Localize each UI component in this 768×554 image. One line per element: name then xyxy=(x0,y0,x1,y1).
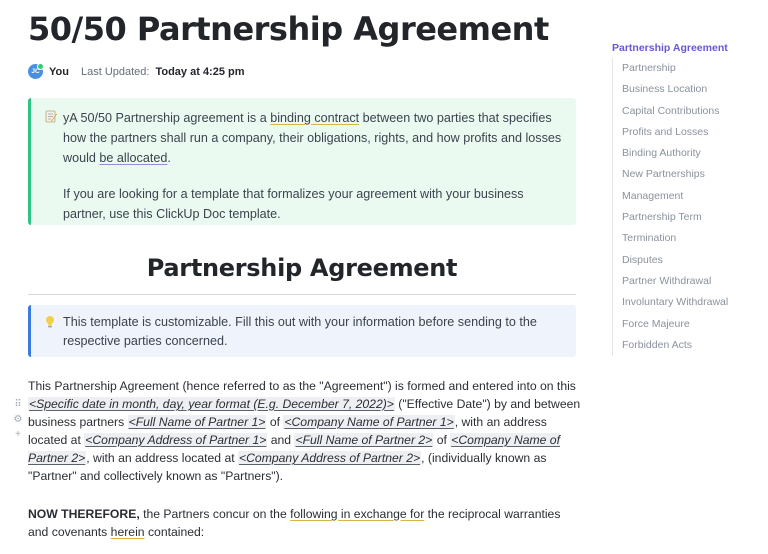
toc-item-force-majeure[interactable]: Force Majeure xyxy=(622,314,762,335)
toc-item-partner-withdrawal[interactable]: Partner Withdrawal xyxy=(622,271,762,292)
lightbulb-icon xyxy=(46,316,54,328)
last-updated-label: Last Updated: xyxy=(80,65,150,78)
block-gutter: ⠿ ⚙ + xyxy=(12,399,24,440)
toc-item-business-location[interactable]: Business Location xyxy=(622,79,762,100)
add-block-icon[interactable]: + xyxy=(15,429,21,440)
toc-item-forbidden-acts[interactable]: Forbidden Acts xyxy=(622,335,762,356)
tip-callout[interactable]: This template is customizable. Fill this… xyxy=(28,305,576,357)
placeholder-name-partner-1[interactable]: <Full Name of Partner 1> xyxy=(127,415,267,429)
placeholder-address-partner-1[interactable]: <Company Address of Partner 1> xyxy=(84,433,268,447)
placeholder-address-partner-2[interactable]: <Company Address of Partner 2> xyxy=(238,451,422,465)
tip-text: This template is customizable. Fill this… xyxy=(63,315,537,348)
memo-icon xyxy=(45,110,57,123)
placeholder-name-partner-2[interactable]: <Full Name of Partner 2> xyxy=(294,433,434,447)
toc-item-termination[interactable]: Termination xyxy=(622,228,762,249)
binding-contract-link[interactable]: binding contract xyxy=(270,111,359,125)
intro-text-2: If you are looking for a template that f… xyxy=(63,187,524,221)
placeholder-date[interactable]: <Specific date in month, day, year forma… xyxy=(28,397,395,411)
toc-item-profits-and-losses[interactable]: Profits and Losses xyxy=(622,122,762,143)
now-therefore-bold: NOW THEREFORE, xyxy=(28,507,140,521)
placeholder-company-partner-1[interactable]: <Company Name of Partner 1> xyxy=(283,415,455,429)
be-allocated-link[interactable]: be allocated xyxy=(99,151,167,165)
toc-list: Partnership Business Location Capital Co… xyxy=(612,58,762,357)
toc-title[interactable]: Partnership Agreement xyxy=(612,42,762,54)
now-therefore-paragraph[interactable]: NOW THEREFORE, the Partners concur on th… xyxy=(28,505,584,541)
following-link[interactable]: following in exchange for xyxy=(290,507,424,521)
section-heading: Partnership Agreement xyxy=(146,254,458,282)
table-of-contents: Partnership Agreement Partnership Busine… xyxy=(612,42,762,357)
toc-item-disputes[interactable]: Disputes xyxy=(622,250,762,271)
drag-handle-icon[interactable]: ⠿ xyxy=(14,399,21,410)
toc-item-management[interactable]: Management xyxy=(622,186,762,207)
block-settings-icon[interactable]: ⚙ xyxy=(14,414,23,425)
toc-item-involuntary-withdrawal[interactable]: Involuntary Withdrawal xyxy=(622,292,762,313)
intro-callout[interactable]: yA 50/50 Partnership agreement is a bind… xyxy=(28,98,576,225)
agreement-paragraph[interactable]: This Partnership Agreement (hence referr… xyxy=(28,377,584,485)
page-title[interactable]: 50/50 Partnership Agreement xyxy=(28,10,549,48)
avatar[interactable]: JC xyxy=(28,63,44,79)
intro-text: yA 50/50 Partnership agreement is a bind… xyxy=(63,111,562,165)
doc-meta: JC You Last Updated: Today at 4:25 pm xyxy=(28,63,245,79)
toc-item-binding-authority[interactable]: Binding Authority xyxy=(622,143,762,164)
toc-item-partnership-term[interactable]: Partnership Term xyxy=(622,207,762,228)
toc-item-capital-contributions[interactable]: Capital Contributions xyxy=(622,101,762,122)
toc-item-new-partnerships[interactable]: New Partnerships xyxy=(622,164,762,185)
presence-dot-icon xyxy=(37,63,44,70)
author-name[interactable]: You xyxy=(49,66,69,78)
last-updated-value: Today at 4:25 pm xyxy=(155,65,245,78)
herein-link[interactable]: herein xyxy=(111,525,145,539)
toc-item-partnership[interactable]: Partnership xyxy=(622,58,762,79)
heading-divider xyxy=(28,294,576,295)
